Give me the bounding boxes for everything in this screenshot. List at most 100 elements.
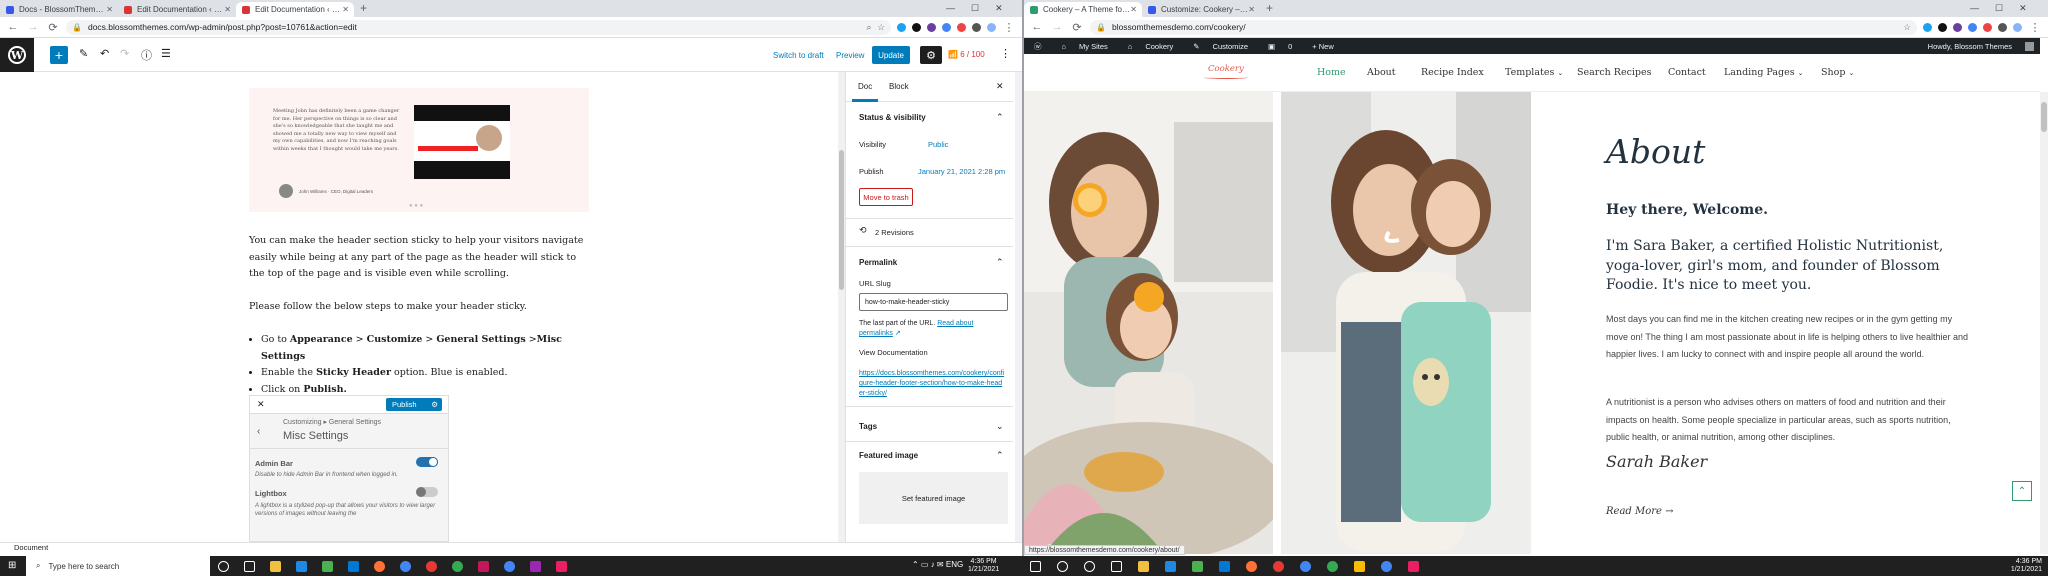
wordpress-logo-icon[interactable]: W — [0, 38, 34, 72]
list-block[interactable]: Go to Appearance > Customize > General S… — [249, 332, 594, 398]
paragraph-block[interactable]: Please follow the below steps to make yo… — [249, 299, 594, 316]
zoom-icon[interactable]: ⌕ — [867, 22, 872, 33]
info-icon[interactable]: ⓘ — [141, 47, 152, 63]
chevron-up-icon[interactable]: ⌃ — [996, 257, 1004, 268]
nav-contact[interactable]: Contact — [1668, 67, 1706, 78]
address-bar[interactable]: 🔒 docs.blossomthemes.com/wp-admin/post.ph… — [66, 19, 891, 35]
set-featured-image-button[interactable]: Set featured image — [859, 472, 1008, 524]
update-button[interactable]: Update — [872, 46, 910, 64]
app-icon[interactable] — [322, 561, 333, 572]
carousel-dots[interactable]: ● ● ● — [409, 203, 423, 209]
documentation-link[interactable]: https://docs.blossomthemes.com/cookery/c… — [859, 369, 1006, 399]
taskbar-search-input[interactable]: ⌕ Type here to search — [26, 556, 210, 576]
chevron-down-icon[interactable]: ⌄ — [996, 421, 1004, 432]
mail-icon[interactable] — [1219, 561, 1230, 572]
app-icon[interactable] — [1354, 561, 1365, 572]
paragraph-block[interactable]: You can make the header section sticky t… — [249, 233, 594, 283]
new-tab-button[interactable]: + — [360, 1, 367, 15]
permalink-toggle[interactable]: Permalink — [859, 258, 897, 267]
close-tab-icon[interactable]: ✕ — [106, 5, 113, 14]
add-block-button[interactable]: + — [50, 46, 68, 64]
page-scrollbar-thumb[interactable] — [2041, 102, 2047, 132]
chrome-icon[interactable] — [1300, 561, 1311, 572]
chevron-up-icon[interactable]: ⌃ — [996, 450, 1004, 461]
close-window-icon[interactable]: ✕ — [995, 3, 1003, 14]
app-icon[interactable] — [1192, 561, 1203, 572]
close-tab-icon[interactable]: ✕ — [1130, 5, 1137, 14]
seo-score[interactable]: 📶 6 / 100 — [948, 50, 985, 59]
permalinks-link[interactable]: permalinks — [859, 330, 893, 337]
nav-shop[interactable]: Shop ⌄ — [1821, 67, 1854, 78]
customizer-screenshot[interactable]: ✕ Publish ⚙ ‹ Customizing ▸ General Setti… — [249, 395, 449, 542]
page-scrollbar[interactable] — [2040, 92, 2048, 554]
nav-search-recipes[interactable]: Search Recipes — [1577, 67, 1652, 78]
maximize-icon[interactable]: ☐ — [971, 3, 979, 14]
cortana-icon[interactable] — [218, 561, 229, 572]
read-more-link[interactable]: Read More → — [1606, 506, 1674, 517]
admin-bar-customize[interactable]: ✎ Customize — [1183, 42, 1248, 51]
reload-icon[interactable]: ⟳ — [1070, 20, 1084, 34]
app-icon[interactable] — [556, 561, 567, 572]
settings-gear-icon[interactable]: ⚙ — [920, 46, 942, 64]
reload-icon[interactable]: ⟳ — [46, 20, 60, 34]
app-icon[interactable] — [1408, 561, 1419, 572]
publish-date-link[interactable]: January 21, 2021 2:28 pm — [918, 167, 1005, 176]
extension-icon[interactable] — [912, 22, 921, 32]
tab-block[interactable]: Block — [889, 82, 909, 91]
featured-image-toggle[interactable]: Featured image — [859, 451, 918, 460]
tray-icons[interactable]: ⌃ ▭ ♪ ✉ ENG — [912, 560, 963, 569]
url-slug-input[interactable]: how-to-make-header-sticky — [859, 293, 1008, 311]
site-logo[interactable]: Cookery — [1208, 64, 1244, 74]
nav-templates[interactable]: Templates ⌄ — [1505, 67, 1563, 78]
redo-icon[interactable]: ↷ — [120, 47, 129, 60]
chrome-icon[interactable] — [400, 561, 411, 572]
extension-icon[interactable] — [1968, 22, 1977, 32]
close-tab-icon[interactable]: ✕ — [224, 5, 231, 14]
task-view-icon[interactable] — [244, 561, 255, 572]
read-about-link[interactable]: Read about — [937, 320, 973, 327]
star-icon[interactable]: ☆ — [1903, 22, 1911, 33]
extension-icon[interactable] — [897, 22, 906, 32]
nav-about[interactable]: About — [1367, 67, 1396, 78]
back-icon[interactable]: ← — [6, 20, 20, 34]
new-tab-button[interactable]: + — [1266, 1, 1273, 15]
extension-icon[interactable] — [957, 22, 966, 32]
visibility-value-link[interactable]: Public — [928, 140, 948, 149]
mail-icon[interactable] — [348, 561, 359, 572]
windows-start-icon[interactable]: ⊞ — [8, 560, 16, 571]
puzzle-icon[interactable] — [1998, 22, 2007, 32]
testimonial-image[interactable]: Meeting John has definitely been a game … — [249, 88, 589, 212]
scroll-to-top-button[interactable]: ⌃ — [2012, 481, 2032, 501]
forward-icon[interactable]: → — [26, 20, 40, 34]
task-view-icon[interactable] — [1111, 561, 1122, 572]
extension-icon[interactable] — [1923, 22, 1932, 32]
close-window-icon[interactable]: ✕ — [2019, 3, 2027, 14]
star-icon[interactable]: ☆ — [877, 22, 885, 33]
wordpress-logo-icon[interactable]: ⓦ — [1034, 41, 1042, 52]
list-view-icon[interactable]: ☰ — [161, 47, 171, 60]
tags-toggle[interactable]: Tags — [859, 422, 877, 431]
tab-doc[interactable]: Doc — [858, 82, 872, 91]
close-tab-icon[interactable]: ✕ — [342, 5, 349, 14]
switch-to-draft-button[interactable]: Switch to draft — [773, 51, 824, 60]
sidebar-scrollbar[interactable] — [1015, 72, 1022, 542]
move-to-trash-button[interactable]: Move to trash — [859, 188, 913, 206]
address-bar[interactable]: 🔒 blossomthemesdemo.com/cookery/ ☆ — [1090, 19, 1917, 35]
puzzle-icon[interactable] — [972, 22, 981, 32]
file-explorer-icon[interactable] — [1138, 561, 1149, 572]
avatar[interactable] — [987, 22, 996, 32]
app-icon[interactable] — [530, 561, 541, 572]
extension-icon[interactable] — [942, 22, 951, 32]
admin-bar-comments[interactable]: ▣ 0 — [1258, 42, 1292, 51]
maximize-icon[interactable]: ☐ — [1995, 3, 2003, 14]
back-icon[interactable]: ← — [1030, 20, 1044, 34]
firefox-icon[interactable] — [374, 561, 385, 572]
extension-icon[interactable] — [927, 22, 936, 32]
more-options-icon[interactable]: ⋮ — [1000, 47, 1011, 60]
preview-button[interactable]: Preview — [836, 51, 864, 60]
editor-canvas[interactable]: Meeting John has definitely been a game … — [0, 72, 845, 542]
close-sidebar-icon[interactable]: ✕ — [996, 81, 1004, 92]
browser-tab-active[interactable]: Cookery – A Theme for Food Bl✕ — [1024, 2, 1142, 17]
forward-icon[interactable]: → — [1050, 20, 1064, 34]
editor-scrollbar-thumb[interactable] — [839, 150, 844, 290]
